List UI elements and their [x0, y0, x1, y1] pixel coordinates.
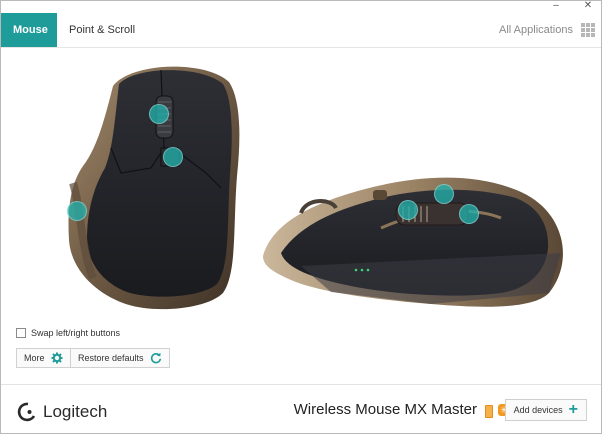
back-button-hotspot[interactable]	[398, 200, 418, 220]
swap-buttons-label: Swap left/right buttons	[31, 328, 121, 338]
more-button[interactable]: More	[16, 348, 71, 368]
brand-name: Logitech	[43, 402, 108, 421]
thumb-button-hotspot[interactable]	[67, 201, 87, 221]
more-label: More	[24, 353, 45, 363]
device-name: Wireless Mouse MX Master	[293, 401, 477, 418]
middle-button-hotspot[interactable]	[149, 104, 169, 124]
mouse-settings-panel: Swap left/right buttons More Restore def…	[1, 48, 601, 383]
tab-mouse[interactable]: Mouse	[1, 13, 57, 47]
battery-icon	[485, 405, 493, 418]
all-applications-label: All Applications	[499, 24, 573, 36]
add-devices-label: Add devices	[513, 405, 563, 415]
gesture-button-hotspot[interactable]	[163, 147, 183, 167]
swap-buttons-option: Swap left/right buttons	[16, 328, 120, 338]
restore-defaults-label: Restore defaults	[78, 353, 144, 363]
restore-defaults-button[interactable]: Restore defaults	[70, 348, 170, 368]
tab-point-and-scroll[interactable]: Point & Scroll	[57, 13, 147, 47]
mouse-top-view	[68, 66, 240, 310]
plus-icon: +	[568, 401, 578, 418]
gear-icon	[51, 352, 63, 364]
add-devices-button[interactable]: Add devices +	[504, 399, 587, 421]
tab-bar: Mouse Point & Scroll All Applications	[1, 13, 601, 48]
swap-buttons-checkbox[interactable]	[16, 328, 26, 338]
title-bar: – ✕	[1, 1, 601, 13]
forward-button-hotspot[interactable]	[459, 204, 479, 224]
close-button[interactable]: ✕	[579, 1, 597, 13]
grid-icon	[581, 23, 595, 37]
all-applications-button[interactable]: All Applications	[499, 13, 595, 47]
logitech-logo-icon	[17, 402, 36, 422]
footer-bar: Logitech Wireless Mouse MX Master ✳ Add …	[1, 384, 601, 433]
thumb-wheel-hotspot[interactable]	[434, 184, 454, 204]
restore-icon	[150, 352, 161, 364]
logitech-logo: Logitech	[15, 401, 107, 423]
minimize-button[interactable]: –	[547, 1, 565, 13]
mouse-side-view	[263, 177, 563, 307]
logitech-options-window: – ✕ Mouse Point & Scroll All Application…	[0, 0, 602, 434]
